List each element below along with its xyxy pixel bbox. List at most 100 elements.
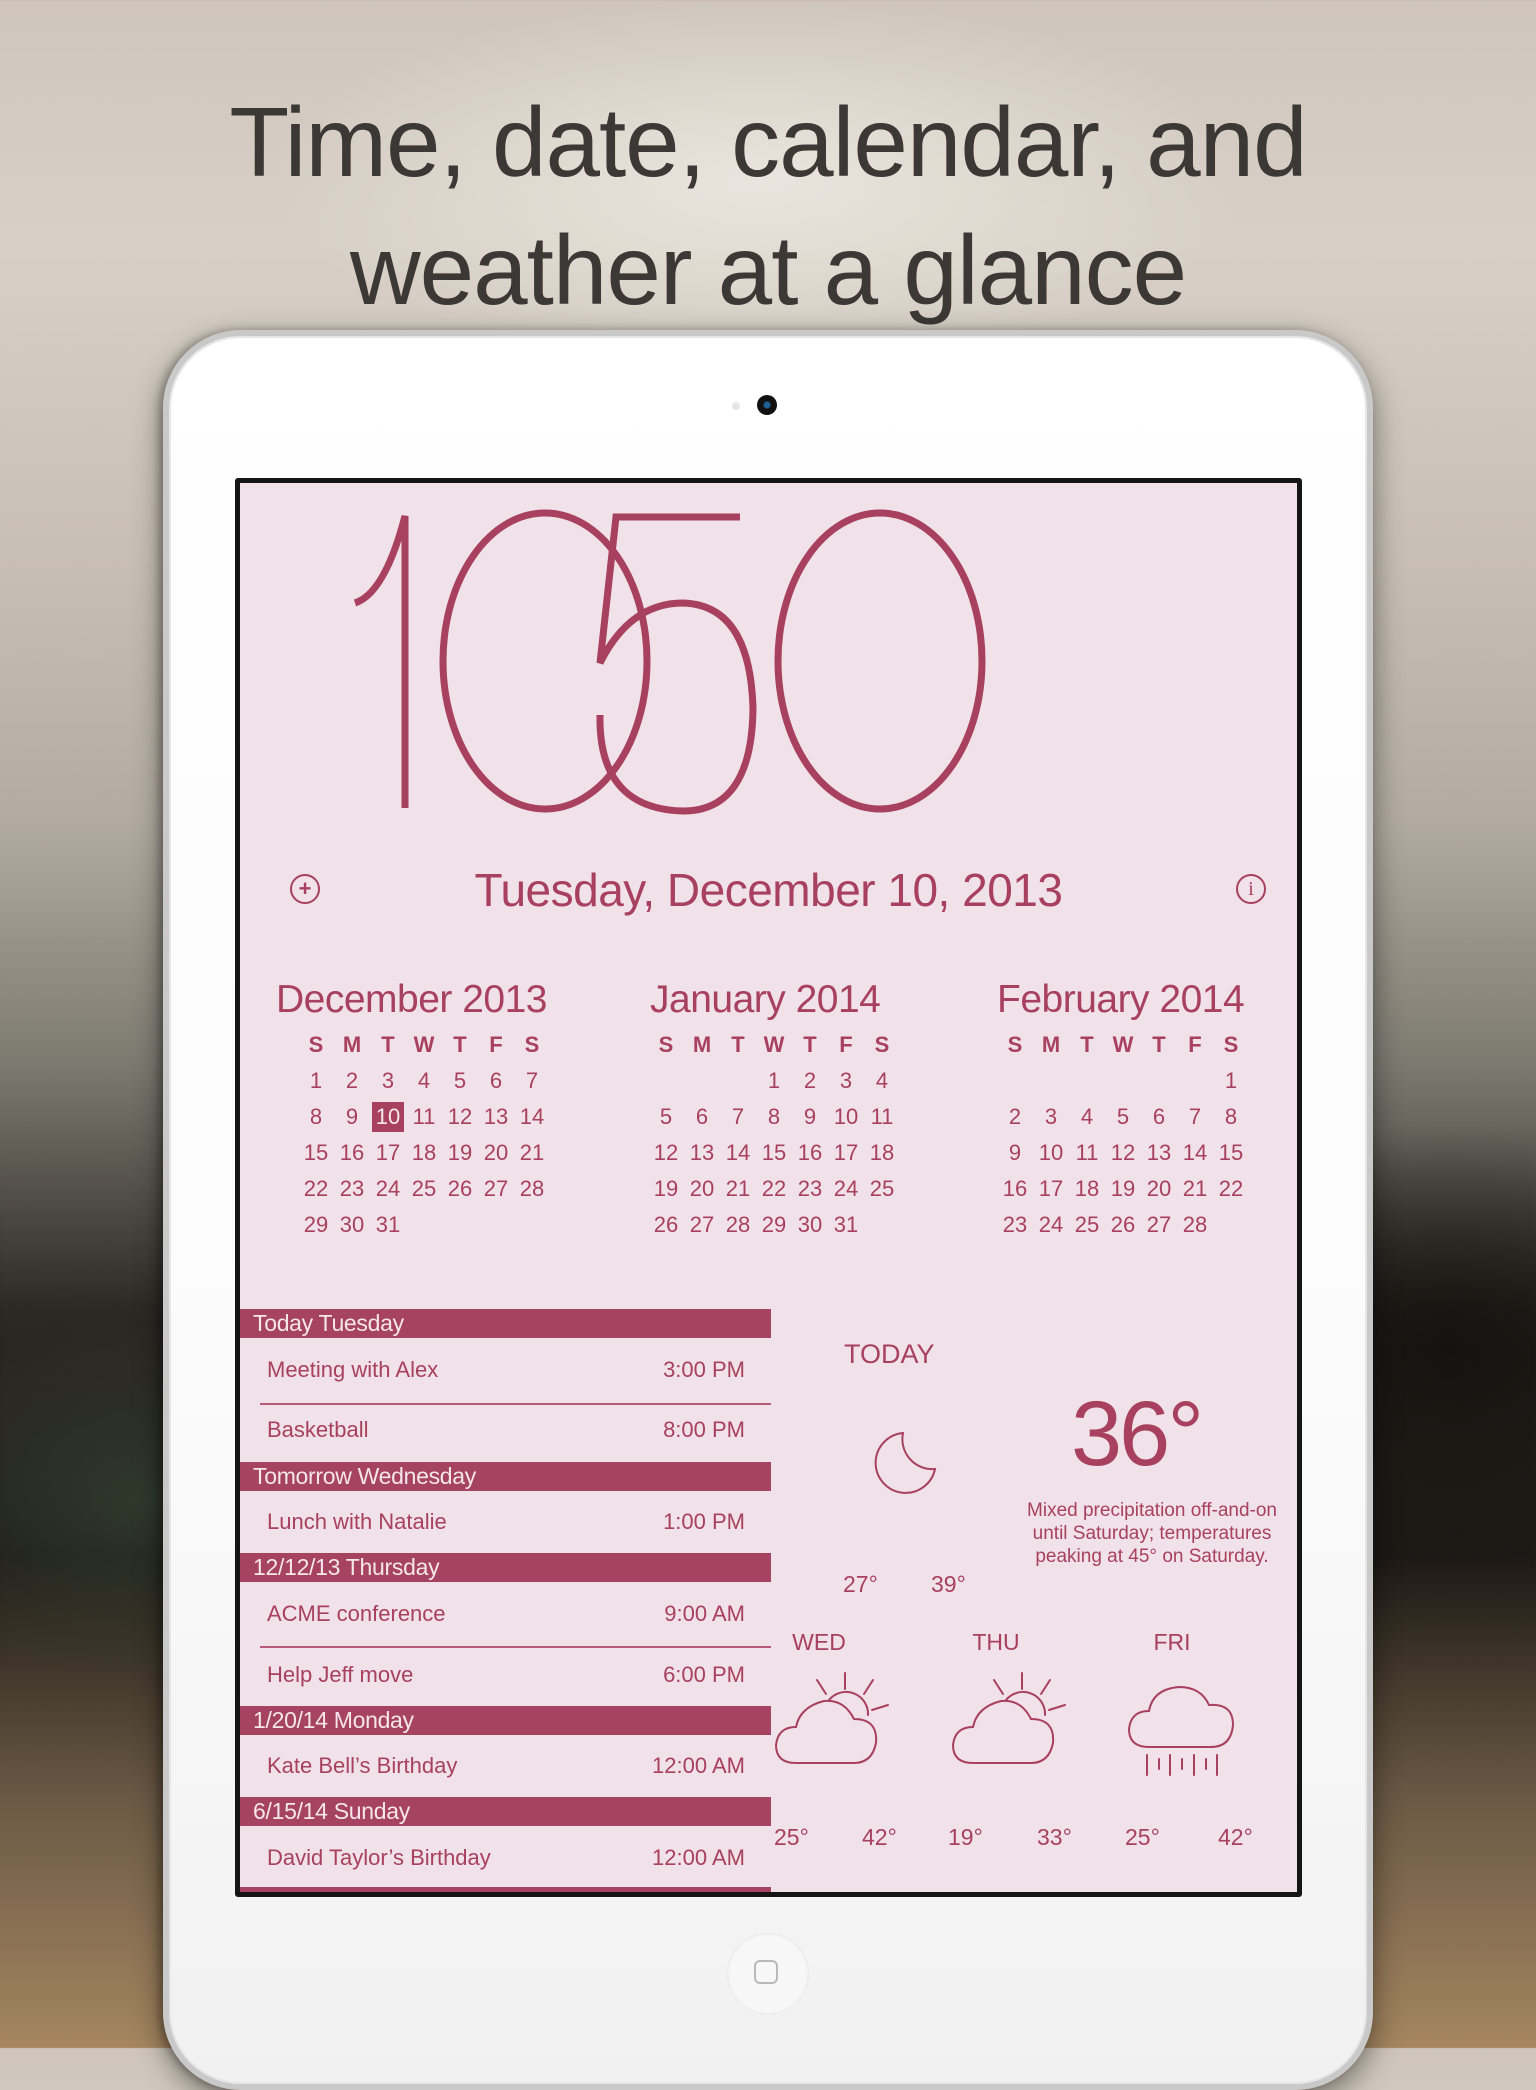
calendar-day[interactable]: 27 (478, 1171, 514, 1207)
calendar-day[interactable]: 12 (442, 1099, 478, 1135)
calendar-day[interactable]: 22 (1213, 1171, 1249, 1207)
calendar-day[interactable]: 7 (514, 1063, 550, 1099)
calendar-day[interactable]: 10 (828, 1099, 864, 1135)
calendar-day[interactable]: 3 (828, 1063, 864, 1099)
calendar-day[interactable]: 19 (1105, 1171, 1141, 1207)
calendar-day[interactable]: 19 (648, 1171, 684, 1207)
event-item[interactable]: Meeting with Alex 3:00 PM (240, 1350, 771, 1390)
calendar-day[interactable]: 11 (1069, 1135, 1105, 1171)
calendar-day[interactable]: 12 (648, 1135, 684, 1171)
calendar-day[interactable]: 4 (1069, 1099, 1105, 1135)
calendar-day[interactable]: 11 (406, 1099, 442, 1135)
calendar-day[interactable]: 30 (792, 1207, 828, 1243)
calendar-day[interactable]: 6 (684, 1099, 720, 1135)
calendar-day[interactable]: 17 (370, 1135, 406, 1171)
calendar-day[interactable]: 15 (1213, 1135, 1249, 1171)
calendar-day[interactable]: 2 (334, 1063, 370, 1099)
calendar-day[interactable]: 20 (1141, 1171, 1177, 1207)
event-item[interactable]: Basketball 8:00 PM (240, 1410, 771, 1450)
calendar-day[interactable]: 25 (864, 1171, 900, 1207)
home-button[interactable] (727, 1933, 809, 2015)
calendar-day[interactable]: 3 (370, 1063, 406, 1099)
calendar-day[interactable]: 5 (1105, 1099, 1141, 1135)
event-item[interactable]: Kate Bell’s Birthday 12:00 AM (240, 1746, 771, 1786)
calendar-day[interactable]: 28 (1177, 1207, 1213, 1243)
calendar-day[interactable]: 16 (997, 1171, 1033, 1207)
calendar-day[interactable]: 5 (442, 1063, 478, 1099)
calendar-day[interactable]: 12 (1105, 1135, 1141, 1171)
calendar-day[interactable]: 8 (298, 1099, 334, 1135)
calendar-day[interactable]: 20 (684, 1171, 720, 1207)
calendar-day[interactable]: 14 (514, 1099, 550, 1135)
calendar-day[interactable]: 22 (298, 1171, 334, 1207)
calendar-day[interactable]: 18 (864, 1135, 900, 1171)
calendar-day[interactable]: 18 (406, 1135, 442, 1171)
calendar-day[interactable]: 27 (1141, 1207, 1177, 1243)
calendar-day[interactable]: 1 (298, 1063, 334, 1099)
calendar-day[interactable]: 1 (1213, 1063, 1249, 1099)
calendar-day[interactable]: 4 (864, 1063, 900, 1099)
calendar-day[interactable]: 2 (997, 1099, 1033, 1135)
calendar-day[interactable]: 9 (997, 1135, 1033, 1171)
calendar-day[interactable]: 29 (756, 1207, 792, 1243)
calendar-day[interactable]: 6 (478, 1063, 514, 1099)
calendar-day[interactable]: 24 (1033, 1207, 1069, 1243)
calendar-day[interactable]: 24 (828, 1171, 864, 1207)
calendar-day[interactable]: 31 (828, 1207, 864, 1243)
calendar-day[interactable]: 13 (684, 1135, 720, 1171)
calendar-day[interactable]: 23 (997, 1207, 1033, 1243)
calendar-day[interactable]: 26 (442, 1171, 478, 1207)
event-item[interactable]: Help Jeff move 6:00 PM (240, 1655, 771, 1695)
calendar-day[interactable]: 24 (370, 1171, 406, 1207)
calendar-day[interactable]: 4 (406, 1063, 442, 1099)
calendar-day[interactable]: 13 (1141, 1135, 1177, 1171)
calendar-day[interactable]: 9 (334, 1099, 370, 1135)
calendar-day[interactable]: 16 (792, 1135, 828, 1171)
calendar-day[interactable]: 6 (1141, 1099, 1177, 1135)
calendar-day[interactable]: 13 (478, 1099, 514, 1135)
calendar-day[interactable]: 31 (370, 1207, 406, 1243)
calendar-day[interactable]: 2 (792, 1063, 828, 1099)
event-item[interactable]: ACME conference 9:00 AM (240, 1594, 771, 1634)
calendar-day[interactable]: 14 (720, 1135, 756, 1171)
calendar-day[interactable]: 29 (298, 1207, 334, 1243)
calendar-day[interactable]: 15 (756, 1135, 792, 1171)
calendar-day[interactable]: 25 (1069, 1207, 1105, 1243)
calendar-day[interactable]: 27 (684, 1207, 720, 1243)
calendar-day[interactable]: 17 (828, 1135, 864, 1171)
calendar-day[interactable]: 14 (1177, 1135, 1213, 1171)
calendar-day[interactable]: 10 (1033, 1135, 1069, 1171)
calendar-day[interactable]: 28 (720, 1207, 756, 1243)
calendar-day[interactable]: 8 (756, 1099, 792, 1135)
calendar-day-today[interactable]: 10 (372, 1102, 404, 1132)
calendar-day[interactable]: 26 (648, 1207, 684, 1243)
calendar-day[interactable]: 5 (648, 1099, 684, 1135)
calendar-day[interactable]: 16 (334, 1135, 370, 1171)
calendar-day[interactable]: 23 (792, 1171, 828, 1207)
calendar-day[interactable]: 1 (756, 1063, 792, 1099)
calendar-day[interactable]: 17 (1033, 1171, 1069, 1207)
info-circle-icon: i (1248, 878, 1254, 900)
info-button[interactable]: i (1236, 874, 1266, 904)
calendar-day[interactable]: 3 (1033, 1099, 1069, 1135)
calendar-day[interactable]: 28 (514, 1171, 550, 1207)
calendar-day[interactable]: 25 (406, 1171, 442, 1207)
calendar-day[interactable]: 23 (334, 1171, 370, 1207)
calendar-day[interactable]: 15 (298, 1135, 334, 1171)
calendar-day[interactable]: 18 (1069, 1171, 1105, 1207)
calendar-day[interactable]: 9 (792, 1099, 828, 1135)
calendar-day[interactable]: 8 (1213, 1099, 1249, 1135)
calendar-day[interactable]: 21 (720, 1171, 756, 1207)
event-item[interactable]: Lunch with Natalie 1:00 PM (240, 1502, 771, 1542)
calendar-day[interactable]: 11 (864, 1099, 900, 1135)
calendar-day[interactable]: 21 (1177, 1171, 1213, 1207)
calendar-day[interactable]: 26 (1105, 1207, 1141, 1243)
calendar-day[interactable]: 7 (720, 1099, 756, 1135)
event-item[interactable]: David Taylor’s Birthday 12:00 AM (240, 1838, 771, 1878)
calendar-day[interactable]: 7 (1177, 1099, 1213, 1135)
calendar-day[interactable]: 30 (334, 1207, 370, 1243)
calendar-day[interactable]: 20 (478, 1135, 514, 1171)
calendar-day[interactable]: 19 (442, 1135, 478, 1171)
calendar-day[interactable]: 21 (514, 1135, 550, 1171)
calendar-day[interactable]: 22 (756, 1171, 792, 1207)
